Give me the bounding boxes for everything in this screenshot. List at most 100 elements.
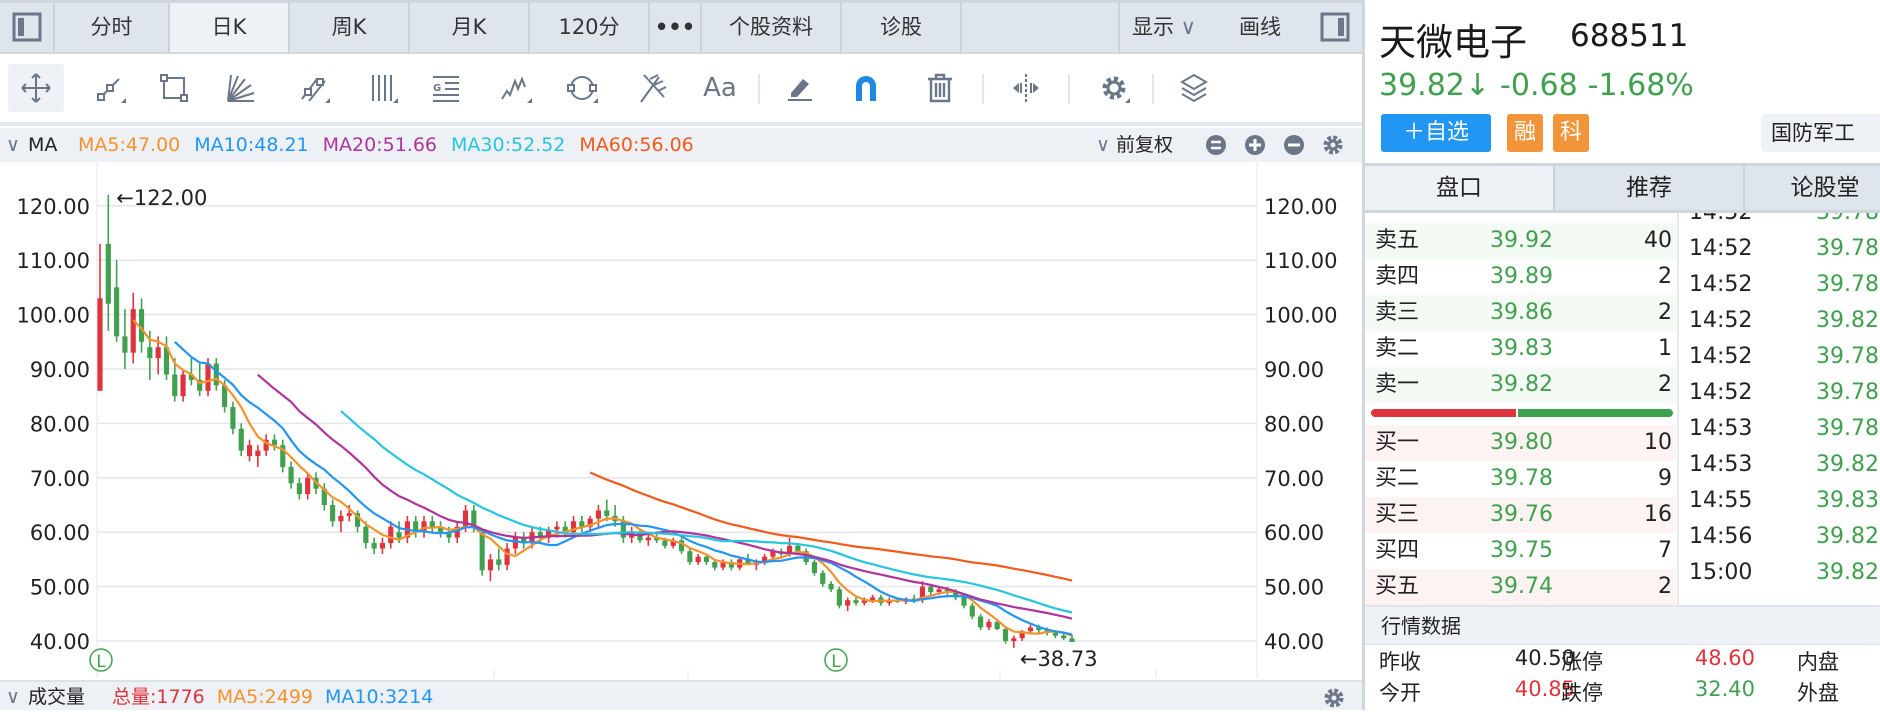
scale-tool[interactable] xyxy=(998,64,1054,112)
candle-body xyxy=(97,298,103,391)
trade-tick-row: 14:52 39.78 xyxy=(1681,339,1880,375)
tab-diagnosis[interactable]: 诊股 xyxy=(842,3,962,52)
scale-icon xyxy=(1013,74,1039,102)
trade-tick-row: 15:00 39.82 xyxy=(1681,555,1880,591)
tick-price: 39.82 xyxy=(1816,308,1879,333)
collapse-chevron-icon[interactable]: ∨ xyxy=(6,128,20,162)
candle-body xyxy=(712,562,718,568)
tick-time: 14:53 xyxy=(1689,416,1753,441)
chart-settings-button[interactable] xyxy=(1086,64,1142,112)
candle-body xyxy=(172,374,178,397)
candle-body xyxy=(379,543,386,549)
adjust-dropdown[interactable]: 前复权 xyxy=(1116,128,1173,162)
toggle-right-panel-button[interactable] xyxy=(1310,3,1360,52)
candle-body xyxy=(180,374,186,397)
ask-ratio-fill xyxy=(1517,409,1673,417)
order-book: 卖五 39.92 40 卖四 39.89 2 卖三 39.86 2 卖二 39.83 1 卖一 39.82… xyxy=(1365,213,1880,605)
magnet-tool[interactable] xyxy=(838,64,894,112)
settings-icon[interactable] xyxy=(1323,135,1343,155)
candle-body xyxy=(1011,638,1017,641)
gann-tool[interactable]: G xyxy=(418,64,474,112)
eraser-tool[interactable] xyxy=(772,64,828,112)
tab-daily-k[interactable]: 日K xyxy=(170,3,290,52)
ma30-line xyxy=(340,410,1073,614)
level-volume: 2 xyxy=(1658,300,1672,325)
tab-weekly-k[interactable]: 周K xyxy=(290,3,410,52)
y-tick-label-right: 120.00 xyxy=(1264,195,1337,219)
tab-intraday[interactable]: 分时 xyxy=(55,3,170,52)
more-tabs-button[interactable]: ••• xyxy=(650,3,702,52)
tab-recommend[interactable]: 推荐 xyxy=(1555,166,1745,210)
star-market-tag: 科 xyxy=(1553,114,1589,152)
tick-time: 14:52 xyxy=(1689,308,1753,333)
candle-body xyxy=(296,483,302,495)
candle-body xyxy=(811,562,818,573)
tick-time: 15:00 xyxy=(1689,560,1753,585)
order-book-row: 卖五 39.92 40 xyxy=(1365,223,1676,259)
volume-values: 总量:1776 MA5:2499 MA10:3214 xyxy=(112,682,433,712)
parallel-channel-tool[interactable] xyxy=(286,64,342,112)
quote-label: 内盘 xyxy=(1797,650,1839,674)
trade-tick-row: 14:53 39.82 xyxy=(1681,447,1880,483)
ellipse-tool[interactable] xyxy=(554,64,610,112)
zoom-in-button[interactable] xyxy=(1245,135,1265,155)
tab-monthly-k[interactable]: 月K xyxy=(410,3,530,52)
candle-body xyxy=(1052,632,1058,636)
pitchfork-tool[interactable] xyxy=(624,64,680,112)
toggle-left-panel-button[interactable] xyxy=(0,3,55,52)
tick-price: 39.82 xyxy=(1816,452,1879,477)
quote-data-table: 昨收 40.50 涨停 48.60 内盘 今开 40.85 跌停 32.40 外盘 xyxy=(1365,646,1880,710)
move-tool[interactable] xyxy=(8,64,64,112)
level-name: 买五 xyxy=(1375,574,1420,599)
layers-button[interactable] xyxy=(1166,64,1222,112)
settings-icon[interactable] xyxy=(1322,686,1346,710)
level-price: 39.82 xyxy=(1490,372,1553,397)
level-name: 卖一 xyxy=(1375,372,1420,397)
price-change-pct: -1.68% xyxy=(1587,68,1694,103)
display-dropdown[interactable]: 显示 ∨ xyxy=(1118,3,1208,52)
panel-tabs: 盘口 推荐 论股堂 xyxy=(1365,163,1880,213)
y-tick-label-left: 40.00 xyxy=(30,630,90,654)
quote-label: 今开 xyxy=(1379,681,1421,705)
draw-lines-button[interactable]: 画线 xyxy=(1225,3,1295,52)
rectangle-tool[interactable] xyxy=(146,64,202,112)
sector-tag[interactable]: 国防军工 xyxy=(1761,114,1880,152)
vertical-lines-icon xyxy=(372,75,398,103)
level-name: 卖四 xyxy=(1375,264,1420,289)
text-tool[interactable]: Aa xyxy=(692,64,748,112)
level-price: 39.89 xyxy=(1490,264,1553,289)
tab-forum[interactable]: 论股堂 xyxy=(1745,166,1880,210)
tab-120min[interactable]: 120分 xyxy=(530,3,650,52)
candle-body xyxy=(853,600,859,603)
candle-body xyxy=(288,466,294,484)
candle-body xyxy=(230,407,236,429)
candle-body xyxy=(155,347,161,359)
collapse-chevron-icon[interactable]: ∨ xyxy=(6,682,20,712)
zoom-out-button[interactable] xyxy=(1284,135,1304,155)
line-segment-tool[interactable] xyxy=(82,64,138,112)
fan-lines-tool[interactable] xyxy=(212,64,268,112)
tick-time: 14:52 xyxy=(1689,213,1752,231)
level-price: 39.74 xyxy=(1490,574,1553,599)
delete-drawings-button[interactable] xyxy=(912,64,968,112)
add-watchlist-button[interactable]: ＋自选 xyxy=(1381,114,1491,152)
y-tick-label-left: 50.00 xyxy=(30,576,90,600)
candle-body xyxy=(105,243,111,304)
tab-stock-profile[interactable]: 个股资料 xyxy=(702,3,842,52)
level-volume: 9 xyxy=(1658,466,1672,491)
y-tick-label-right: 40.00 xyxy=(1264,630,1324,654)
pitchfork-icon xyxy=(640,74,667,103)
kline-chart[interactable]: 120.00 120.00 110.00 110.00 100.00 100.00 90.0… xyxy=(0,162,1362,678)
ma-value-1: MA10:48.21 xyxy=(194,134,309,156)
ma60-line xyxy=(589,471,1073,582)
vertical-lines-tool[interactable] xyxy=(354,64,410,112)
zoom-reset-button[interactable] xyxy=(1206,135,1226,155)
volume-value-0: 总量:1776 xyxy=(112,686,205,708)
level-price: 39.86 xyxy=(1490,300,1553,325)
level-name: 买四 xyxy=(1375,538,1420,563)
order-book-row: 买一 39.80 10 xyxy=(1365,425,1676,461)
tick-price: 39.78 xyxy=(1816,344,1879,369)
wave-tool[interactable] xyxy=(488,64,544,112)
tab-order-book[interactable]: 盘口 xyxy=(1365,166,1555,210)
panel-icon xyxy=(1320,12,1350,42)
